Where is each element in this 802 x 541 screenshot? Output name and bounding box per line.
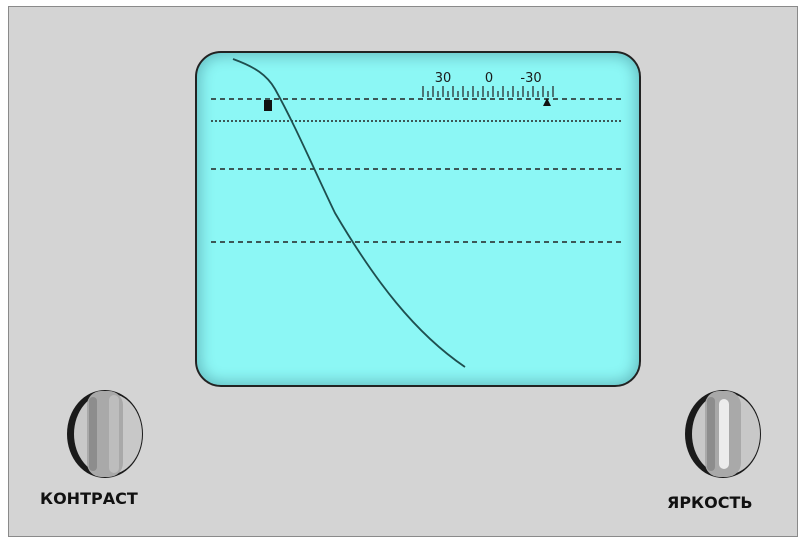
display-screen: 30 0 -30 bbox=[195, 51, 641, 387]
knob-grip-shade bbox=[89, 397, 97, 471]
instrument-panel: 30 0 -30 КОНТРАСТ ЯРКОСТЬ bbox=[8, 6, 798, 537]
scale-ticks bbox=[422, 86, 554, 97]
brightness-label: ЯРКОСТЬ bbox=[667, 493, 753, 512]
display-svg: 30 0 -30 bbox=[211, 58, 623, 368]
scale-label-minus-30: -30 bbox=[520, 71, 541, 86]
square-marker-icon[interactable] bbox=[264, 100, 272, 111]
contrast-label: КОНТРАСТ bbox=[40, 489, 138, 508]
knob-grip-shade bbox=[707, 397, 715, 471]
knob-grip-highlight bbox=[109, 395, 119, 473]
knob-grip-highlight bbox=[719, 399, 729, 469]
brightness-knob[interactable] bbox=[675, 383, 773, 485]
scale-label-0: 0 bbox=[485, 71, 493, 86]
contrast-knob[interactable] bbox=[57, 383, 155, 485]
scale-label-30: 30 bbox=[435, 71, 452, 86]
